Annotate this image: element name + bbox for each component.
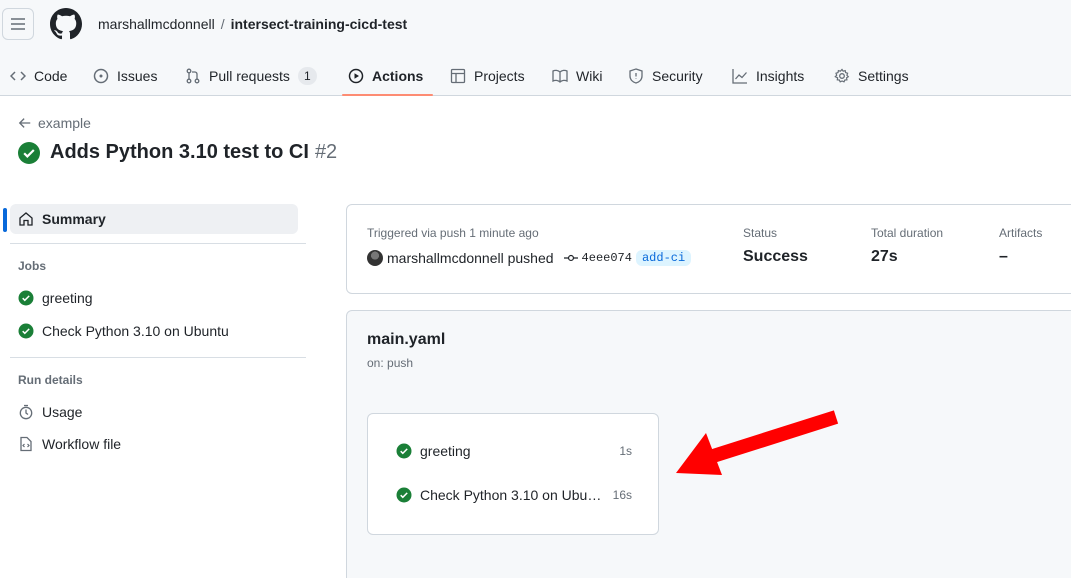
- breadcrumb-separator: /: [220, 16, 225, 32]
- issue-icon: [93, 68, 109, 84]
- tab-label: Wiki: [576, 68, 603, 84]
- job-duration: 1s: [619, 444, 632, 458]
- avatar[interactable]: [367, 250, 383, 266]
- arrow-left-icon: [18, 118, 31, 128]
- artifacts-value: –: [999, 248, 1008, 265]
- repo-tabs: Code Issues Pull requests 1 Actions Proj…: [0, 56, 1071, 96]
- git-commit-icon: [563, 254, 578, 262]
- tab-projects[interactable]: Projects: [450, 56, 525, 96]
- tab-code[interactable]: Code: [10, 56, 67, 96]
- repo-owner-link[interactable]: marshallmcdonnell: [98, 16, 215, 32]
- active-tab-underline: [342, 94, 433, 96]
- pull-request-count: 1: [297, 67, 317, 85]
- run-details-heading: Run details: [18, 373, 83, 387]
- github-logo-icon[interactable]: [50, 8, 82, 40]
- back-link-label: example: [38, 115, 91, 131]
- push-action-text: pushed: [507, 250, 554, 266]
- table-icon: [450, 68, 466, 84]
- duration-label: Total duration: [871, 226, 944, 240]
- menu-button[interactable]: [2, 8, 34, 40]
- jobs-group: greeting 1s Check Python 3.10 on Ubuntu …: [367, 413, 659, 535]
- page-title: Adds Python 3.10 test to CI #2: [18, 141, 337, 164]
- branch-label[interactable]: add-ci: [635, 250, 692, 266]
- duration-value: 27s: [871, 248, 898, 265]
- tab-wiki[interactable]: Wiki: [552, 56, 602, 96]
- triggered-text: Triggered via push 1 minute ago: [367, 226, 539, 240]
- tab-insights[interactable]: Insights: [732, 56, 804, 96]
- sidebar-item-label: Workflow file: [42, 436, 122, 452]
- sidebar-job-greeting[interactable]: greeting: [10, 283, 298, 313]
- repo-name-link[interactable]: intersect-training-cicd-test: [231, 16, 408, 32]
- job-duration: 16s: [612, 488, 632, 502]
- sidebar-item-workflow-file[interactable]: Workflow file: [10, 429, 298, 459]
- tab-issues[interactable]: Issues: [93, 56, 157, 96]
- active-indicator: [3, 208, 7, 232]
- back-to-workflow-link[interactable]: example: [18, 115, 91, 131]
- code-icon: [10, 71, 26, 81]
- gear-icon: [834, 68, 850, 83]
- sidebar-divider: [10, 357, 306, 358]
- job-name: greeting: [420, 443, 471, 459]
- tab-label: Security: [652, 68, 703, 84]
- annotation-arrow-icon: [676, 410, 839, 475]
- tab-label: Issues: [117, 68, 158, 84]
- breadcrumb: marshallmcdonnell / intersect-training-cic…: [98, 14, 407, 34]
- check-circle-fill-icon: [18, 290, 34, 306]
- sidebar-divider: [10, 243, 306, 244]
- sidebar-item-label: greeting: [42, 290, 93, 306]
- file-code-icon: [20, 436, 32, 452]
- run-summary-card: Triggered via push 1 minute ago marshall…: [346, 204, 1071, 294]
- stopwatch-icon: [19, 404, 33, 420]
- push-info: marshallmcdonnell pushed 4eee074 add-ci: [367, 250, 692, 266]
- home-icon: [19, 212, 33, 226]
- graph-icon: [732, 69, 747, 84]
- artifacts-label: Artifacts: [999, 226, 1043, 240]
- workflow-file-name: main.yaml: [367, 331, 446, 348]
- pull-request-icon: [186, 68, 200, 84]
- check-circle-fill-icon: [396, 443, 412, 459]
- check-circle-fill-icon: [396, 487, 412, 503]
- tab-label: Actions: [372, 68, 424, 84]
- tab-label: Projects: [474, 68, 525, 84]
- book-icon: [552, 69, 568, 83]
- commit-sha: 4eee074: [581, 251, 632, 265]
- shield-icon: [629, 68, 643, 84]
- tab-label: Pull requests: [209, 68, 290, 84]
- repo-header: marshallmcdonnell / intersect-training-cic…: [0, 0, 1071, 96]
- check-circle-fill-icon: [18, 141, 40, 164]
- status-value: Success: [743, 248, 808, 265]
- sidebar-item-label: Check Python 3.10 on Ubuntu: [42, 323, 229, 339]
- hamburger-icon: [11, 18, 25, 30]
- tab-label: Code: [34, 68, 68, 84]
- jobs-heading: Jobs: [18, 259, 47, 273]
- check-circle-fill-icon: [18, 323, 34, 339]
- sidebar-item-summary[interactable]: Summary: [10, 204, 298, 234]
- job-name: Check Python 3.10 on Ubuntu: [420, 487, 605, 503]
- workflow-trigger: on: push: [367, 356, 414, 370]
- tab-label: Settings: [858, 68, 909, 84]
- sidebar-item-label: Usage: [42, 404, 83, 420]
- actor-link[interactable]: marshallmcdonnell: [387, 250, 504, 266]
- run-number: #2: [314, 141, 338, 163]
- job-greeting[interactable]: greeting 1s: [396, 440, 632, 462]
- play-icon: [348, 68, 364, 84]
- sidebar-item-label: Summary: [42, 211, 106, 227]
- status-label: Status: [743, 226, 778, 240]
- tab-pull-requests[interactable]: Pull requests 1: [185, 56, 317, 96]
- tab-actions[interactable]: Actions: [348, 56, 423, 96]
- tab-label: Insights: [756, 68, 805, 84]
- run-title: Adds Python 3.10 test to CI: [50, 141, 309, 163]
- job-check-python[interactable]: Check Python 3.10 on Ubuntu 16s: [396, 484, 632, 506]
- tab-security[interactable]: Security: [628, 56, 703, 96]
- tab-settings[interactable]: Settings: [834, 56, 909, 96]
- commit-link[interactable]: 4eee074: [563, 251, 632, 265]
- sidebar-item-usage[interactable]: Usage: [10, 397, 298, 427]
- sidebar-job-check-python[interactable]: Check Python 3.10 on Ubuntu: [10, 316, 298, 346]
